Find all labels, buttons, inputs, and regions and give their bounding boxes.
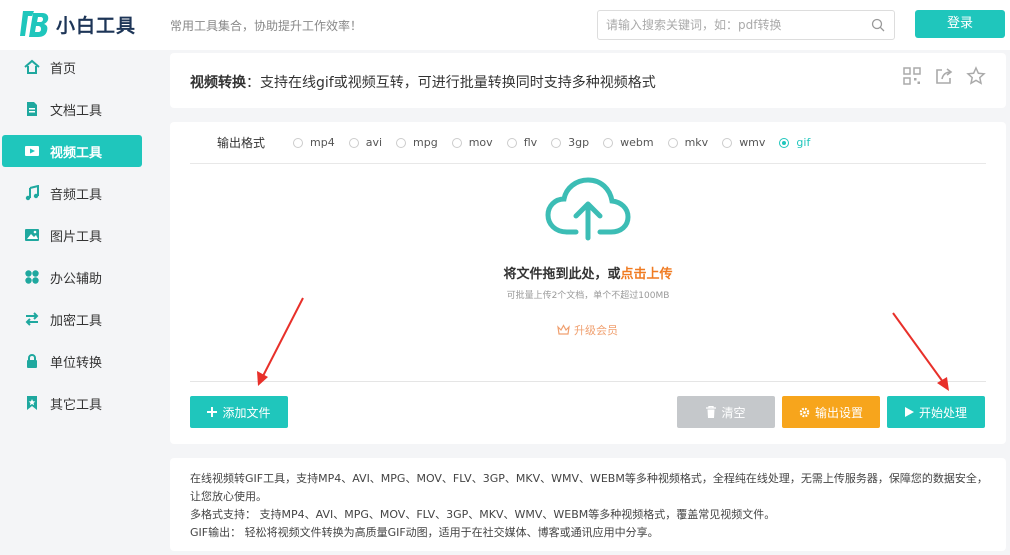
format-option-avi[interactable]: avi: [348, 136, 382, 149]
qrcode-icon[interactable]: [902, 66, 922, 86]
format-option-wmv[interactable]: wmv: [722, 136, 765, 149]
tool-name: 视频转换: [190, 75, 246, 91]
sidebar-item-other[interactable]: 其它工具: [2, 387, 142, 419]
description-line: 在线视频转GIF工具，支持MP4、AVI、MPG、MOV、FLV、3GP、MKV…: [190, 472, 988, 503]
upgrade-label: 升级会员: [574, 324, 618, 337]
sidebar-item-video[interactable]: 视频工具: [2, 135, 142, 167]
format-option-mpg[interactable]: mpg: [396, 136, 438, 149]
search-icon[interactable]: [871, 18, 885, 32]
format-option-mkv[interactable]: mkv: [667, 136, 708, 149]
sidebar: 首页 文档工具 视频工具 音频工具 图片工具 办公辅助 加密工具 单位转换 其它…: [0, 46, 150, 555]
sidebar-item-documents[interactable]: 文档工具: [2, 93, 142, 125]
sidebar-item-label: 图片工具: [50, 229, 103, 245]
radio-button[interactable]: [293, 137, 304, 148]
crown-icon: [557, 324, 570, 335]
format-option-mp4[interactable]: mp4: [293, 136, 335, 149]
share-icon[interactable]: [934, 66, 954, 86]
clear-button[interactable]: 清空: [677, 396, 775, 428]
sidebar-item-office[interactable]: 办公辅助: [2, 261, 142, 293]
sidebar-item-label: 办公辅助: [50, 271, 103, 287]
converter-panel: 输出格式 mp4 avi mpg mov flv 3gp webm mkv wm…: [170, 122, 1006, 444]
sidebar-item-label: 文档工具: [50, 103, 103, 119]
upgrade-member-link[interactable]: 升级会员: [557, 322, 618, 338]
drop-text: 将文件拖到此处，或: [503, 267, 621, 282]
click-upload-link[interactable]: 点击上传: [621, 267, 673, 282]
radio-button[interactable]: [603, 137, 614, 148]
tool-description-text: 在线视频转GIF工具，支持MP4、AVI、MPG、MOV、FLV、3GP、MKV…: [190, 470, 990, 542]
cloud-upload-icon[interactable]: [545, 176, 631, 242]
output-format-selector: 输出格式 mp4 avi mpg mov flv 3gp webm mkv wm…: [190, 122, 986, 164]
title-actions: [902, 66, 986, 86]
site-logo[interactable]: 小白工具: [20, 9, 136, 39]
description-line: GIF输出： 轻松将视频文件转换为高质量GIF动图，适用于在社交媒体、博客或通讯…: [190, 526, 659, 539]
drop-zone-text[interactable]: 将文件拖到此处，或点击上传: [170, 263, 1006, 282]
start-processing-label: 开始处理: [918, 405, 967, 420]
plus-icon: [207, 407, 218, 417]
sidebar-item-encrypt[interactable]: 加密工具: [2, 303, 142, 335]
page-title: 视频转换：支持在线gif或视频互转，可进行批量转换同时支持多种视频格式: [190, 72, 656, 92]
add-file-button[interactable]: 添加文件: [190, 396, 288, 428]
format-option-mov[interactable]: mov: [451, 136, 493, 149]
radio-button[interactable]: [348, 137, 359, 148]
sidebar-item-units[interactable]: 单位转换: [2, 345, 142, 377]
slogan: 常用工具集合，协助提升工作效率！: [170, 19, 363, 33]
radio-button[interactable]: [451, 137, 462, 148]
encrypt-icon: [25, 312, 39, 326]
sidebar-item-label: 单位转换: [50, 355, 103, 371]
logo-icon: [20, 11, 49, 37]
search-input[interactable]: [606, 11, 856, 39]
home-icon: [24, 59, 40, 74]
sidebar-item-label: 音频工具: [50, 187, 103, 203]
lock-icon: [27, 354, 37, 368]
upload-limit-hint: 可批量上传2个文档，单个不超过100MB: [506, 291, 670, 301]
radio-button[interactable]: [506, 137, 517, 148]
sidebar-item-images[interactable]: 图片工具: [2, 219, 142, 251]
clear-label: 清空: [721, 405, 746, 420]
description-line: 多格式支持： 支持MP4、AVI、MPG、MOV、FLV、3GP、MKV、WMV…: [190, 508, 776, 521]
sidebar-item-home[interactable]: 首页: [2, 51, 142, 83]
image-icon: [25, 229, 39, 241]
login-button[interactable]: 登录: [915, 10, 1005, 38]
video-icon: [25, 146, 39, 156]
top-header: 小白工具 常用工具集合，协助提升工作效率！ 登录: [0, 0, 1010, 50]
music-icon: [25, 185, 39, 201]
logo-text: 小白工具: [56, 14, 137, 37]
radio-button[interactable]: [779, 137, 790, 148]
format-option-webm[interactable]: webm: [603, 136, 654, 149]
radio-button[interactable]: [396, 137, 407, 148]
tool-title-panel: 视频转换：支持在线gif或视频互转，可进行批量转换同时支持多种视频格式: [170, 53, 1006, 108]
star-icon[interactable]: [966, 66, 986, 86]
divider: [190, 381, 986, 382]
sidebar-item-label: 首页: [50, 61, 77, 77]
description-panel: 在线视频转GIF工具，支持MP4、AVI、MPG、MOV、FLV、3GP、MKV…: [170, 458, 1006, 551]
format-option-3gp[interactable]: 3gp: [551, 136, 589, 149]
format-option-flv[interactable]: flv: [506, 136, 537, 149]
radio-button[interactable]: [667, 137, 678, 148]
radio-button[interactable]: [551, 137, 562, 148]
start-processing-button[interactable]: 开始处理: [887, 396, 985, 428]
office-icon: [25, 270, 39, 284]
radio-button[interactable]: [722, 137, 733, 148]
format-option-gif[interactable]: gif: [779, 136, 810, 149]
gear-icon: [799, 407, 810, 418]
trash-icon: [706, 406, 717, 418]
sidebar-item-label: 其它工具: [50, 397, 103, 413]
sidebar-item-label: 视频工具: [50, 145, 103, 161]
play-icon: [904, 407, 914, 417]
output-settings-button[interactable]: 输出设置: [782, 396, 880, 428]
document-icon: [27, 102, 37, 116]
star-bookmark-icon: [27, 396, 37, 410]
output-settings-label: 输出设置: [814, 405, 863, 420]
tool-description: ：支持在线gif或视频互转，可进行批量转换同时支持多种视频格式: [246, 75, 656, 91]
sidebar-item-label: 加密工具: [50, 313, 103, 329]
output-format-label: 输出格式: [217, 136, 266, 150]
search-box[interactable]: [597, 10, 895, 40]
sidebar-item-audio[interactable]: 音频工具: [2, 177, 142, 209]
add-file-label: 添加文件: [222, 405, 271, 420]
